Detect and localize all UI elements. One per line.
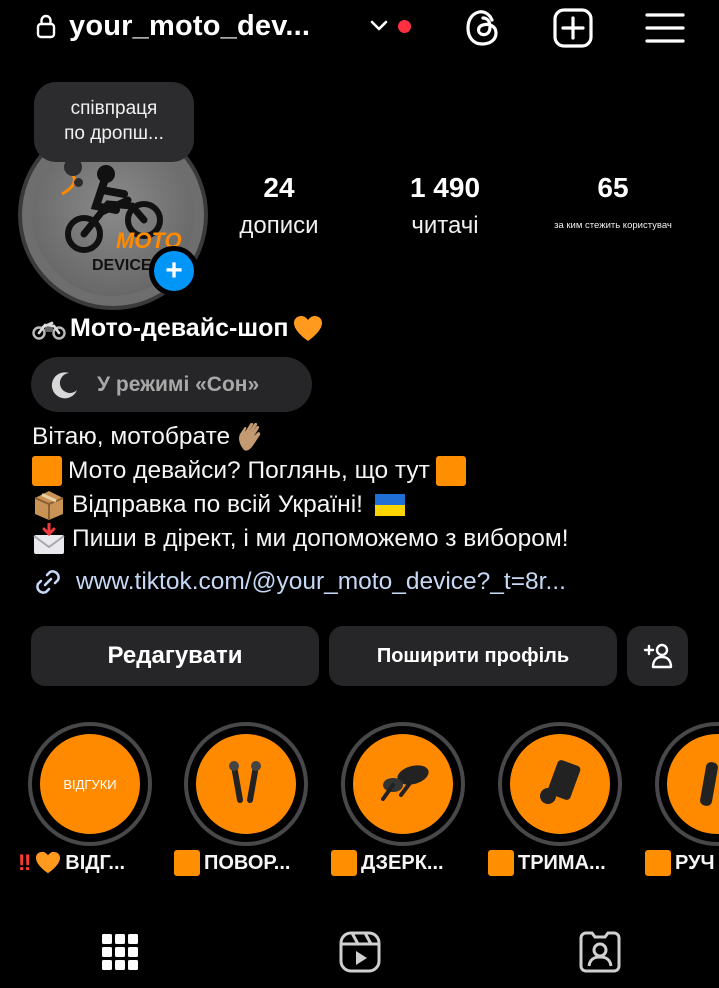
bio-line-1: Вітаю, мотобрате — [32, 420, 712, 454]
tab-reels[interactable] — [336, 928, 384, 976]
menu-icon — [645, 13, 685, 43]
bio-text-2: Мото девайси? Поглянь, що тут — [68, 457, 430, 484]
bio-line-2: Мото девайси? Поглянь, що тут — [32, 454, 712, 488]
following-stat[interactable]: 65 за ким стежить користувач — [530, 172, 696, 231]
highlight-label-text: ПОВОР... — [204, 851, 291, 874]
posts-count: 24 — [263, 172, 295, 203]
orange-square-icon — [32, 456, 62, 486]
threads-icon — [466, 10, 498, 46]
highlight-cover — [667, 734, 719, 834]
threads-button[interactable] — [461, 6, 505, 50]
phone-holder-icon — [540, 760, 581, 804]
turn-signal-icon — [229, 761, 261, 803]
sleep-mode-pill[interactable]: У режимі «Сон» — [31, 357, 312, 412]
notification-dot — [398, 20, 411, 33]
incoming-envelope-icon — [33, 523, 65, 554]
note-text-line1: співпраця — [70, 98, 158, 119]
highlight-reviews[interactable]: ВІДГУКИ ‼ ВІДГ... — [18, 722, 152, 875]
orange-square-icon — [435, 456, 466, 486]
following-label: за ким стежить користувач — [554, 220, 672, 231]
reels-icon — [339, 931, 381, 973]
avatar-logo-text-bottom: DEVICE — [92, 257, 152, 274]
share-profile-button[interactable]: Поширити профіль — [329, 626, 617, 686]
highlight-grips[interactable]: РУЧ — [645, 722, 719, 876]
highlight-label: РУЧ — [645, 850, 719, 876]
highlight-ring — [655, 722, 719, 846]
highlight-cover — [353, 734, 453, 834]
highlight-turn-signals[interactable]: ПОВОР... — [174, 722, 308, 876]
note-text-line2: по дропш... — [64, 123, 164, 144]
highlight-label-text: ТРИМА... — [518, 851, 606, 874]
highlight-mirrors[interactable]: ДЗЕРК... — [331, 722, 465, 876]
highlight-label: ТРИМА... — [488, 850, 648, 876]
posts-label: дописи — [239, 212, 319, 239]
highlight-label-text: ДЗЕРК... — [361, 851, 444, 874]
menu-button[interactable] — [643, 6, 687, 50]
lock-icon — [36, 14, 56, 39]
note-bubble[interactable]: співпраця по дропш... — [34, 82, 194, 162]
motorcycle-emoji-icon — [32, 321, 66, 340]
waving-hand-icon — [239, 422, 261, 451]
orange-square-icon — [645, 850, 671, 876]
orange-heart-icon — [36, 851, 61, 874]
orange-square-icon — [331, 850, 357, 876]
highlight-label-text: ВІДГ... — [65, 851, 126, 874]
add-person-icon — [643, 643, 672, 669]
tagged-icon — [579, 931, 621, 973]
highlight-ring — [498, 722, 622, 846]
chevron-down-icon[interactable] — [369, 16, 389, 36]
highlight-ring — [341, 722, 465, 846]
highlight-ring — [184, 722, 308, 846]
highlight-cover — [510, 734, 610, 834]
posts-stat[interactable]: 24 дописи — [226, 172, 332, 240]
bio-line-3: Відправка по всій Україні! — [32, 488, 712, 522]
bio-line-4: Пиши в дірект, і ми допоможемо з вибором… — [32, 522, 712, 556]
profile-link-text[interactable]: www.tiktok.com/@your_moto_device?_t=8r..… — [76, 568, 566, 596]
tab-posts-grid[interactable] — [96, 928, 144, 976]
new-post-icon — [553, 8, 593, 48]
highlight-label: ПОВОР... — [174, 850, 334, 876]
highlight-cover: ВІДГУКИ — [40, 734, 140, 834]
discover-people-button[interactable] — [627, 626, 688, 686]
tab-tagged[interactable] — [576, 928, 624, 976]
bio-text-4: Пиши в дірект, і ми допоможемо з вибором… — [72, 525, 569, 552]
edit-profile-button[interactable]: Редагувати — [31, 626, 319, 686]
highlight-holders[interactable]: ТРИМА... — [488, 722, 622, 876]
orange-square-icon — [488, 850, 514, 876]
highlight-ring-clip — [655, 722, 719, 846]
bio-text-3: Відправка по всій Україні! — [72, 491, 363, 518]
orange-heart-icon — [293, 315, 322, 341]
bio-text-1: Вітаю, мотобрате — [32, 423, 231, 450]
moon-icon — [51, 371, 77, 398]
sleep-mode-text: У режимі «Сон» — [97, 372, 260, 396]
mirror-icon — [381, 765, 429, 801]
account-username[interactable]: your_moto_dev... — [69, 10, 310, 43]
highlight-cover-text: ВІДГУКИ — [63, 776, 117, 792]
highlight-ring: ВІДГУКИ — [28, 722, 152, 846]
grip-icon — [700, 762, 718, 806]
highlight-label: ‼ ВІДГ... — [18, 850, 178, 876]
highlight-label: ДЗЕРК... — [331, 850, 491, 876]
top-bar: your_moto_dev... — [0, 0, 719, 58]
new-post-button[interactable] — [551, 6, 595, 50]
followers-count: 1 490 — [409, 172, 481, 203]
profile-link[interactable]: www.tiktok.com/@your_moto_device?_t=8r..… — [32, 566, 566, 598]
followers-stat[interactable]: 1 490 читачі — [392, 172, 498, 240]
profile-name-text: Мото-девайс-шоп — [70, 314, 289, 342]
package-icon — [34, 491, 64, 520]
add-story-button[interactable]: + — [149, 246, 199, 296]
following-count: 65 — [597, 172, 629, 203]
double-exclamation-icon: ‼ — [18, 850, 32, 875]
link-icon — [36, 570, 60, 594]
followers-label: читачі — [411, 212, 479, 239]
ukraine-flag-icon — [374, 494, 405, 516]
note-tail-small — [74, 178, 83, 187]
highlight-cover — [196, 734, 296, 834]
profile-name: Мото-девайс-шоп — [32, 314, 323, 343]
profile-bio: Вітаю, мотобрате Мото девайси? Поглянь, … — [32, 420, 712, 556]
grid-icon — [102, 934, 138, 970]
orange-square-icon — [174, 850, 200, 876]
highlight-label-text: РУЧ — [675, 851, 715, 874]
note-tail — [64, 158, 82, 176]
